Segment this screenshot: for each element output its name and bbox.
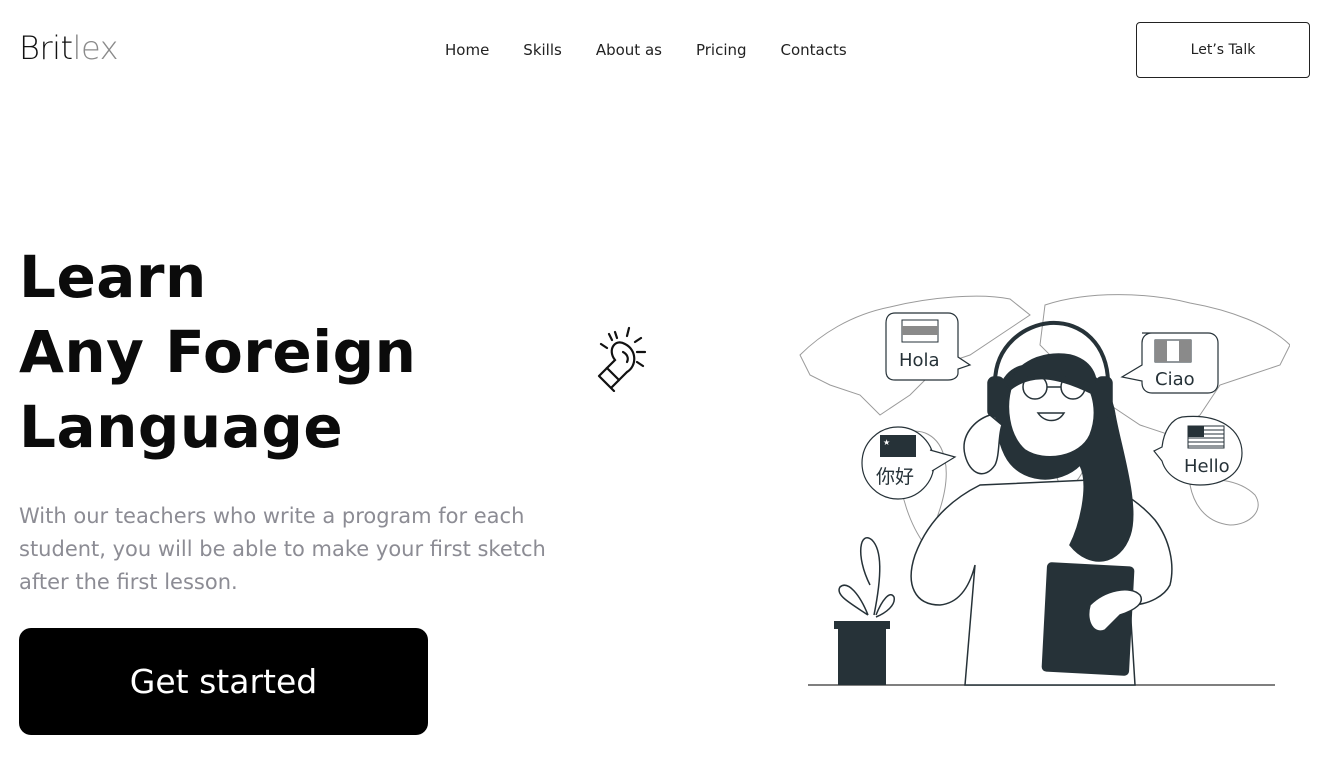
nav-item-pricing[interactable]: Pricing: [696, 40, 747, 60]
bubble-nihao: ★ 你好: [861, 426, 957, 500]
svg-text:★: ★: [883, 438, 890, 447]
bubble-nihao-text: 你好: [876, 466, 914, 488]
logo[interactable]: Britlex: [19, 28, 119, 68]
nav-item-contacts[interactable]: Contacts: [781, 40, 847, 60]
bubble-ciao-text: Ciao: [1155, 369, 1195, 390]
plant-illustration: [834, 537, 895, 685]
bubble-hola-text: Hola: [899, 350, 940, 371]
bubble-hola: Hola: [885, 312, 972, 381]
main-nav: Home Skills About as Pricing Contacts: [445, 40, 847, 60]
logo-part-1: Brit: [19, 29, 73, 67]
lightbulb-icon: [597, 326, 647, 392]
logo-part-2: lex: [72, 29, 119, 67]
bubble-hello: Hello: [1153, 415, 1243, 486]
hero-illustration: Hola Ciao ★ 你好 Hello: [799, 294, 1290, 686]
bubble-ciao: Ciao: [1120, 332, 1219, 394]
get-started-button[interactable]: Get started: [19, 628, 428, 735]
hero-title-line-2: Any Foreign: [19, 318, 417, 386]
bubble-hello-text: Hello: [1184, 456, 1230, 477]
nav-item-about[interactable]: About as: [596, 40, 662, 60]
hero-title: Learn Any Foreign Language: [19, 240, 416, 465]
hero-title-line-1: Learn: [19, 243, 207, 311]
hero-title-line-3: Language: [19, 393, 344, 461]
nav-item-skills[interactable]: Skills: [523, 40, 562, 60]
lets-talk-button[interactable]: Let’s Talk: [1136, 22, 1310, 78]
nav-item-home[interactable]: Home: [445, 40, 489, 60]
hero-description: With our teachers who write a program fo…: [19, 504, 546, 594]
